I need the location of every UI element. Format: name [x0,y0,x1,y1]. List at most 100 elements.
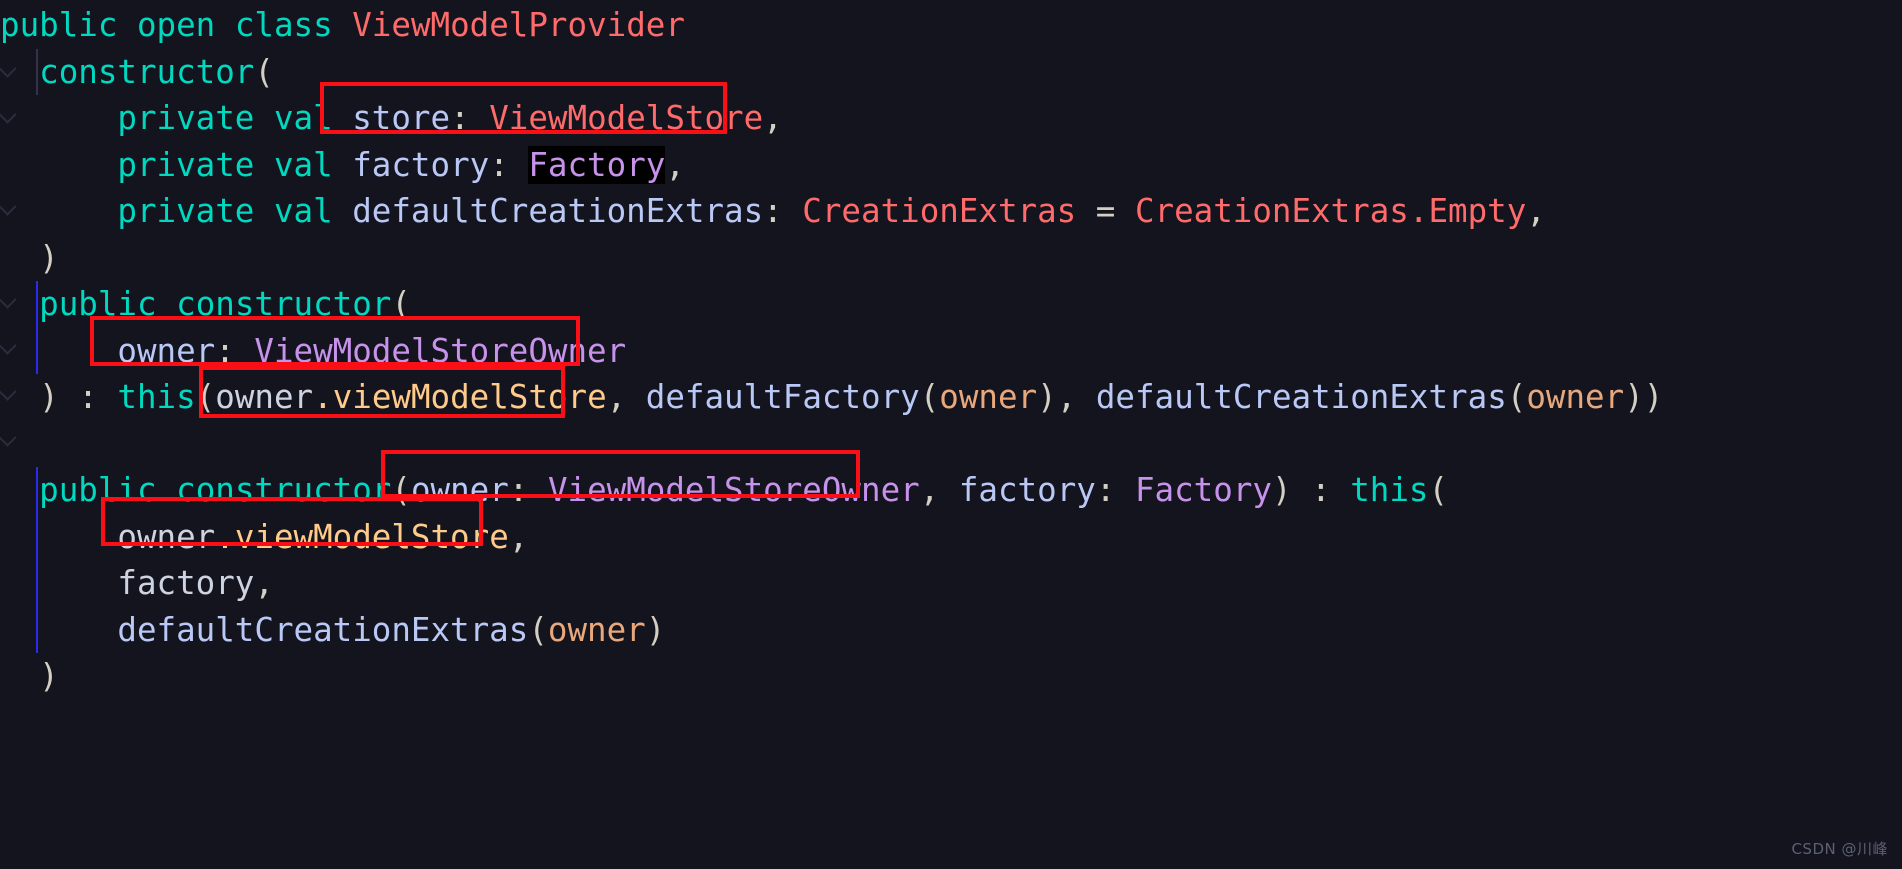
code-line[interactable]: defaultCreationExtras(owner) [0,606,1902,653]
indent-guide [36,606,38,653]
code-editor-viewport[interactable]: public open class ViewModelProvider cons… [0,0,1902,869]
code-token: public [0,6,118,44]
code-line[interactable]: private val factory: Factory, [0,142,1902,189]
code-token: ) [1037,378,1057,416]
code-token: val [273,192,333,230]
code-token: ) [39,238,59,277]
code-token: ( [1506,378,1527,416]
code-token: . [215,517,235,556]
code-line[interactable]: private val defaultCreationExtras: Creat… [0,188,1902,235]
code-token: ( [1428,471,1449,509]
csdn-watermark: CSDN @川峰 [1791,840,1888,858]
code-token: , [1526,192,1546,230]
code-line[interactable]: owner.viewModelStore, [0,513,1902,560]
code-token: ) [39,378,59,416]
code-token: Empty [1428,192,1527,230]
code-token: , [665,145,685,184]
code-token: factory [958,471,1096,509]
code-token: defaultCreationExtras [352,192,764,230]
code-token: ViewModelStoreOwner [547,471,920,509]
code-token: class [234,6,333,44]
code-token: , [763,99,783,137]
indent-guide [36,560,38,607]
code-line[interactable]: ) : this(owner.viewModelStore, defaultFa… [0,374,1902,421]
code-token: Factory [1134,471,1272,509]
indent-guide [36,327,38,374]
code-token: val [273,145,333,184]
code-token: : [215,331,235,370]
code-token: : [508,471,529,509]
code-token: factory [117,564,255,602]
code-token: : [1291,471,1351,509]
code-token: public [39,285,157,323]
code-line[interactable]: public open class ViewModelProvider [0,2,1902,49]
code-token: factory [352,145,490,184]
code-token: this [1350,471,1429,509]
code-token: , [508,517,529,556]
code-token: defaultCreationExtras [1095,378,1507,416]
code-token: owner [215,378,314,416]
code-token: : [763,192,783,230]
code-token: this [117,378,196,416]
code-line[interactable]: owner: ViewModelStoreOwner [0,327,1902,374]
code-line[interactable]: public constructor( [0,281,1902,328]
code-line[interactable]: ) [0,653,1902,700]
code-token: defaultFactory [645,378,920,416]
code-token: ( [528,610,548,649]
code-token: constructor [39,52,255,91]
code-token: , [1056,378,1096,416]
code-line[interactable]: private val store: ViewModelStore, [0,95,1902,142]
code-token: ( [391,471,411,509]
code-token: , [254,564,274,602]
code-token: . [313,378,333,416]
code-token: CreationExtras [1134,192,1409,230]
code-content[interactable]: public open class ViewModelProvider cons… [0,0,1902,700]
code-token: owner [547,610,646,649]
code-token: ) [39,657,59,695]
code-line[interactable]: constructor( [0,48,1902,95]
code-line[interactable]: public constructor(owner: ViewModelStore… [0,467,1902,514]
code-line[interactable]: ) [0,235,1902,282]
code-token: owner [1526,378,1625,416]
code-line[interactable] [0,421,1902,468]
code-token: private [117,99,255,137]
code-token: ViewModelStoreOwner [254,331,627,370]
code-token: viewModelStore [234,517,509,556]
code-token: owner [117,517,216,556]
code-token: Factory [528,145,666,184]
code-token: open [136,6,216,44]
code-token: ( [195,378,216,416]
code-token: owner [410,471,509,509]
code-token: : [58,378,118,416]
code-token: ViewModelProvider [352,6,685,44]
indent-guide [36,281,38,328]
indent-guide [36,467,38,514]
code-token: private [117,145,255,184]
code-token: val [273,99,333,137]
code-line[interactable]: factory, [0,560,1902,607]
code-token: defaultCreationExtras [117,610,529,649]
